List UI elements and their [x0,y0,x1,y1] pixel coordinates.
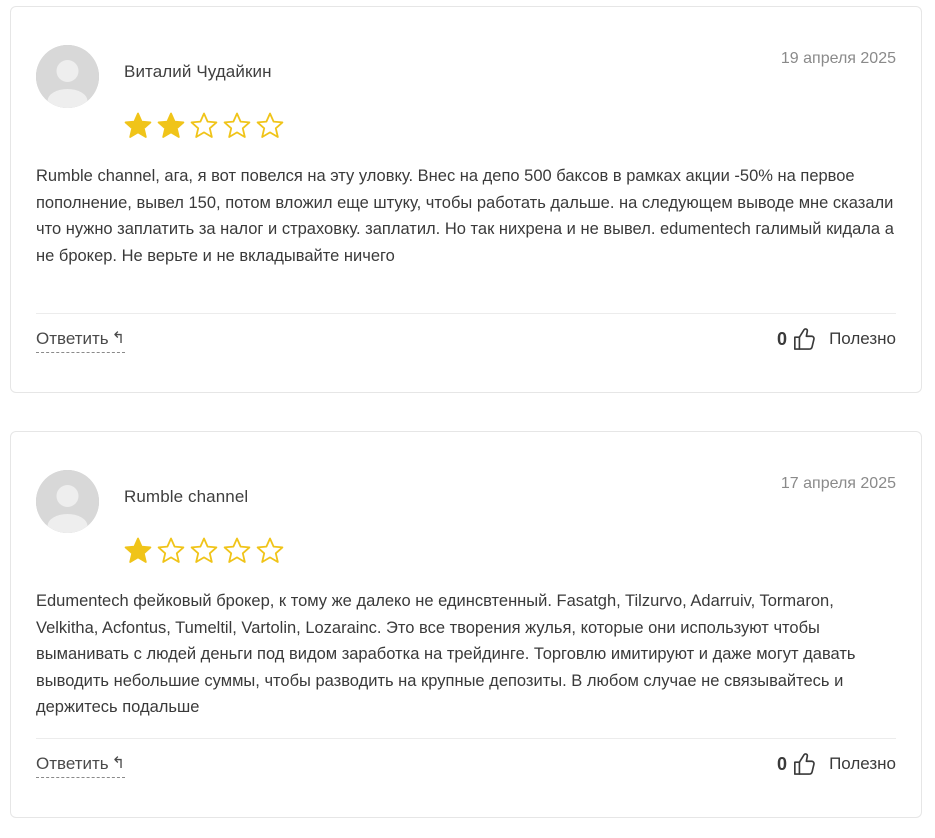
review-text: Rumble channel, ага, я вот повелся на эт… [36,167,894,265]
reply-arrow-icon: ↰ [111,330,126,347]
review-author: Виталий Чудайкин [124,62,272,81]
star-empty-icon [223,537,251,563]
review-card: Rumble channel 17 апреля 2025 Edumentech… [10,431,922,818]
thumbs-up-icon[interactable] [793,752,815,776]
reply-label: Ответить [36,754,109,773]
reply-button[interactable]: Ответить ↰ [36,329,126,353]
user-placeholder-icon [36,45,99,108]
like-count: 0 [777,753,788,774]
reviews-list: Виталий Чудайкин 19 апреля 2025 Rumble c… [0,0,935,838]
helpful-button[interactable]: Полезно [829,329,896,349]
divider [36,738,896,739]
star-empty-icon [157,537,185,563]
star-filled-icon [124,112,152,138]
review-card: Виталий Чудайкин 19 апреля 2025 Rumble c… [10,6,922,393]
helpful-button[interactable]: Полезно [829,754,896,774]
reply-label: Ответить [36,329,109,348]
reply-arrow-icon: ↰ [111,755,126,772]
star-rating [123,111,285,141]
avatar [36,470,99,533]
review-author: Rumble channel [124,487,249,506]
review-date: 19 апреля 2025 [780,50,896,67]
like-count: 0 [777,328,788,349]
review-date: 17 апреля 2025 [780,475,896,492]
user-placeholder-icon [36,470,99,533]
star-rating [123,536,285,566]
star-filled-icon [124,537,152,563]
star-empty-icon [190,112,218,138]
helpful-section: 0 Полезно [777,327,896,351]
star-empty-icon [256,112,284,138]
avatar [36,45,99,108]
star-empty-icon [223,112,251,138]
helpful-section: 0 Полезно [777,752,896,776]
star-empty-icon [190,537,218,563]
star-empty-icon [256,537,284,563]
thumbs-up-icon[interactable] [793,327,815,351]
review-text: Edumentech фейковый брокер, к тому же да… [36,592,856,716]
star-filled-icon [157,112,185,138]
divider [36,313,896,314]
reply-button[interactable]: Ответить ↰ [36,754,126,778]
